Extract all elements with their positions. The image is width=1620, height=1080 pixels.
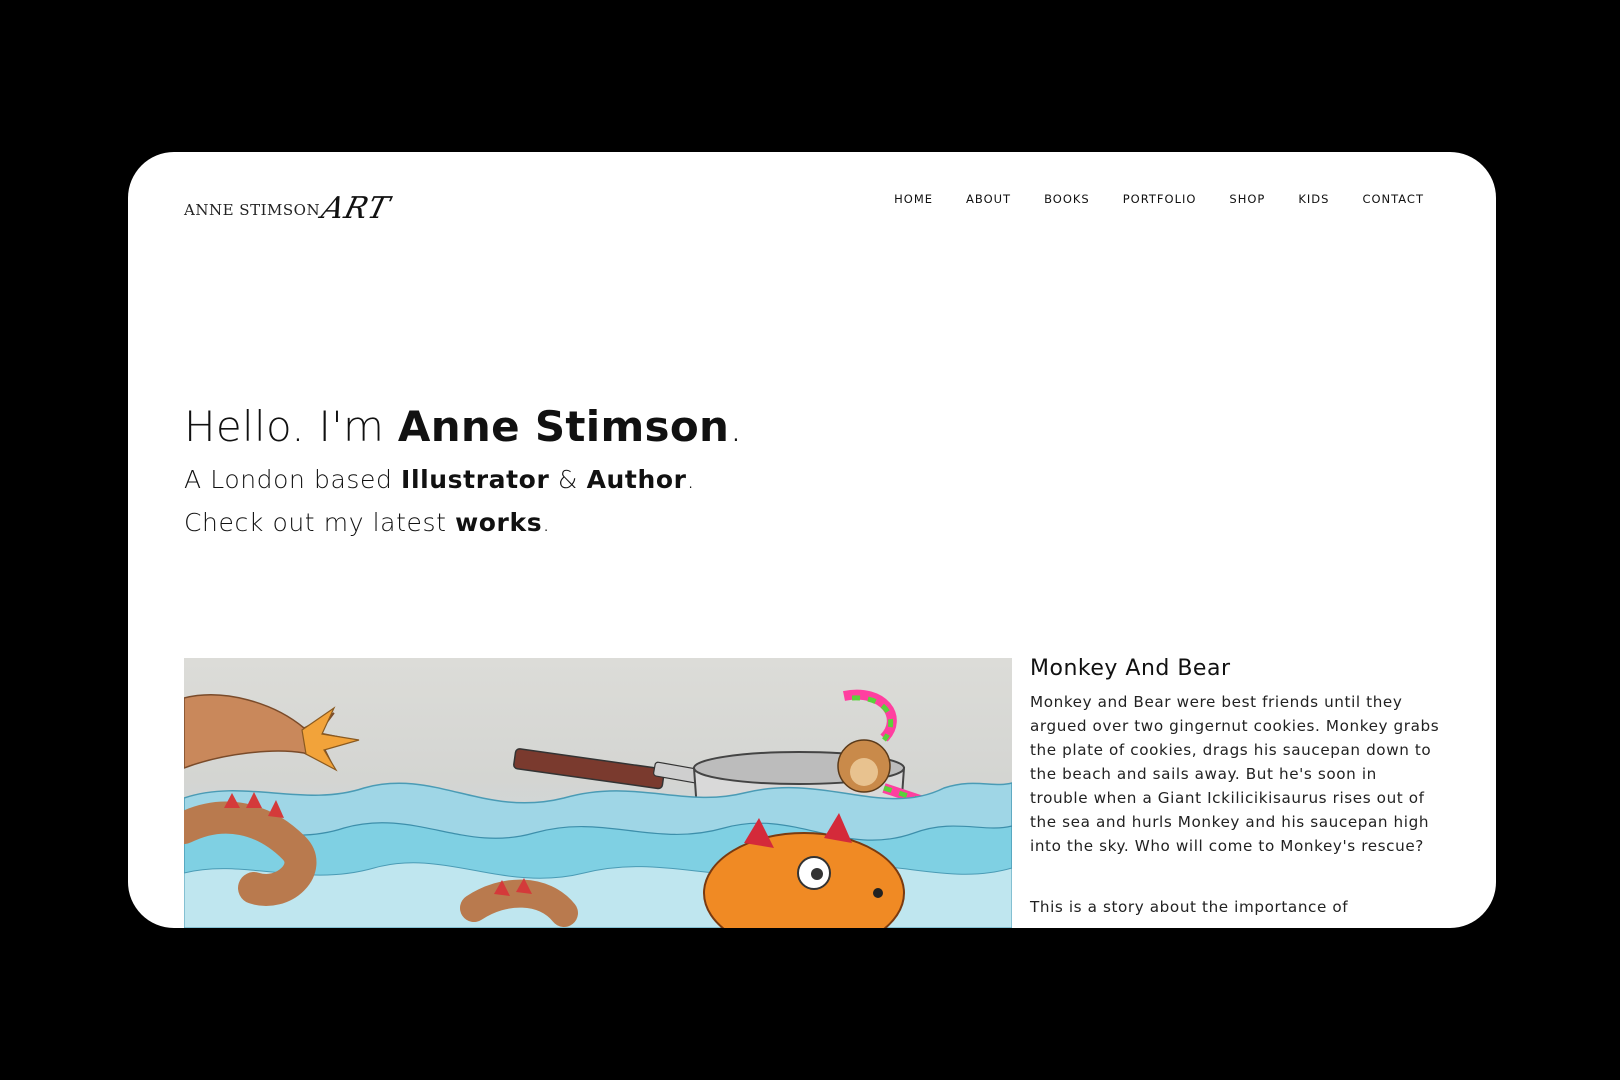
nav-item-kids[interactable]: KIDS <box>1298 192 1329 206</box>
tagline-ampersand: & <box>549 465 587 495</box>
cta-period: . <box>542 508 551 538</box>
tagline-period: . <box>686 465 696 495</box>
tagline-author: Author <box>586 465 687 495</box>
book-description: Monkey and Bear were best friends until … <box>1030 693 1440 855</box>
tagline-illustrator: Illustrator <box>401 465 550 495</box>
works-link[interactable]: works <box>455 508 542 537</box>
hero-tagline: A London based Illustrator & Author. <box>184 458 743 501</box>
browser-viewport: ANNE STIMSON ART HOME ABOUT BOOKS PORTFO… <box>128 152 1496 928</box>
nav-item-shop[interactable]: SHOP <box>1229 192 1265 206</box>
hero-greeting: Hello. I'm <box>184 402 398 451</box>
hero-name: Anne Stimson <box>397 402 730 451</box>
book-title[interactable]: Monkey And Bear <box>1030 656 1231 681</box>
nav-item-contact[interactable]: CONTACT <box>1362 192 1424 206</box>
tagline-text: A London based <box>184 465 402 495</box>
nav-item-home[interactable]: HOME <box>894 192 933 206</box>
hero-section: Hello. I'm Anne Stimson. A London based … <box>184 402 743 544</box>
nav-item-books[interactable]: BOOKS <box>1044 192 1090 206</box>
nav-item-about[interactable]: ABOUT <box>966 192 1011 206</box>
nav-item-portfolio[interactable]: PORTFOLIO <box>1123 192 1197 206</box>
artwork-illustration <box>184 689 1012 928</box>
saucepan-handle <box>513 748 665 790</box>
logo-name-text: ANNE STIMSON <box>184 201 321 219</box>
book-description-continued: This is a story about the importance of <box>1030 898 1349 916</box>
book-artwork-image[interactable] <box>184 658 1012 928</box>
hero-name-suffix: . <box>729 402 743 451</box>
main-nav: HOME ABOUT BOOKS PORTFOLIO SHOP KIDS CON… <box>861 192 1424 206</box>
hero-heading: Hello. I'm Anne Stimson. <box>184 402 743 452</box>
logo-art-text: ART <box>318 191 394 226</box>
hero-cta-line: Check out my latest works. <box>184 501 743 544</box>
site-logo[interactable]: ANNE STIMSON ART <box>184 186 394 226</box>
cta-text: Check out my latest <box>184 508 456 538</box>
